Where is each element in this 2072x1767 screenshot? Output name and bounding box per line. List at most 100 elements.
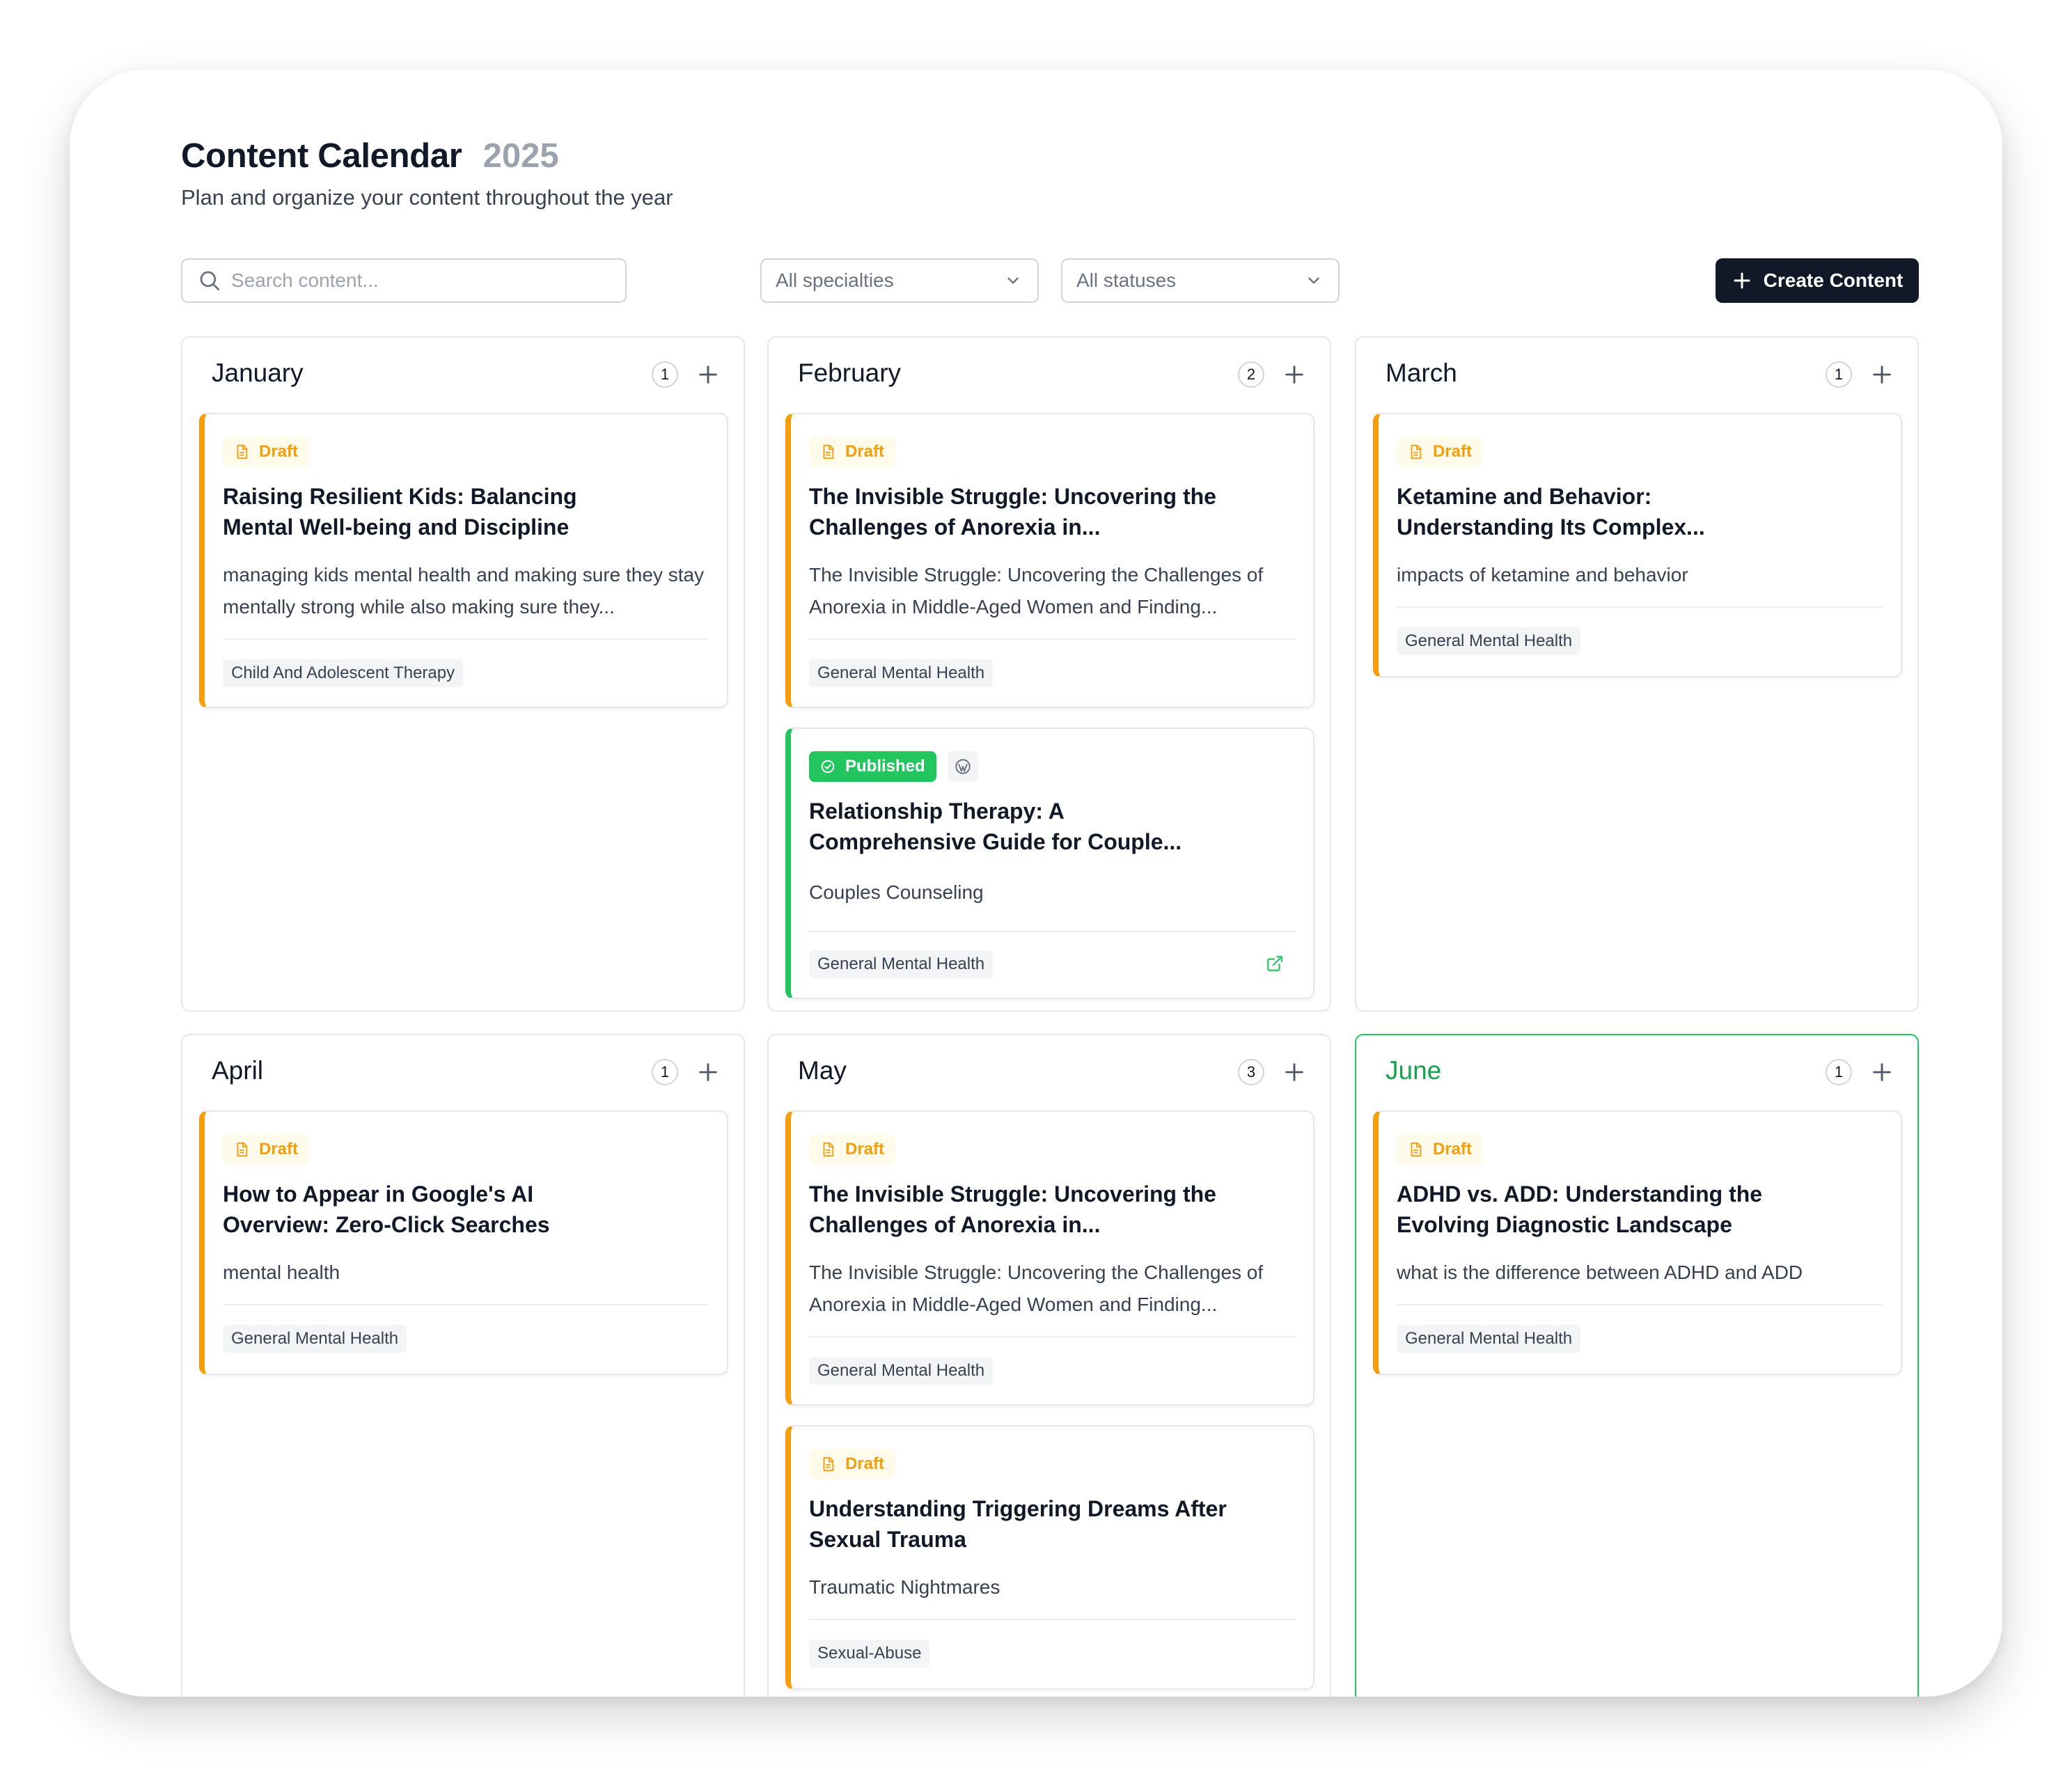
content-card[interactable]: Draft Ketamine and Behavior: Understandi… — [1373, 413, 1902, 677]
create-content-label: Create Content — [1763, 269, 1904, 291]
status-label: Draft — [1433, 1140, 1473, 1159]
add-content-plus-icon[interactable] — [1870, 1060, 1894, 1084]
content-card[interactable]: Draft How to Appear in Google's AI Overv… — [199, 1110, 728, 1375]
specialty-tag: General Mental Health — [1397, 1325, 1581, 1353]
page-header: Content Calendar 2025 Plan and organize … — [181, 136, 673, 210]
card-divider — [809, 1619, 1295, 1620]
specialty-tag: General Mental Health — [223, 1325, 407, 1353]
month-panel-march: March 1 Draft Ketamine and Behavior: Und… — [1355, 336, 1919, 1012]
add-content-plus-icon[interactable] — [1282, 363, 1306, 386]
card-description: mental health — [223, 1262, 340, 1283]
document-icon — [823, 444, 834, 460]
card-description: Couples Counseling — [809, 881, 984, 903]
document-icon — [823, 1142, 834, 1157]
status-badge-draft: Draft — [809, 437, 896, 467]
month-name: February — [798, 359, 902, 387]
month-name: March — [1386, 359, 1457, 387]
status-badge-draft: Draft — [809, 1134, 896, 1165]
app-window: Content Calendar 2025 Plan and organize … — [70, 70, 2002, 1697]
wordpress-icon — [955, 759, 971, 774]
status-badge-draft: Draft — [223, 1134, 310, 1165]
card-description: impacts of ketamine and behavior — [1397, 564, 1688, 586]
specialty-tag: General Mental Health — [809, 950, 994, 978]
card-description: Traumatic Nightmares — [809, 1576, 1000, 1598]
month-item-count: 2 — [1238, 361, 1264, 388]
month-panel-april: April 1 Draft How to Appear in Google's … — [181, 1034, 745, 1697]
card-description: what is the difference between ADHD and … — [1397, 1262, 1803, 1283]
month-item-count: 1 — [1826, 1059, 1852, 1085]
specialty-filter-value: All specialties — [776, 269, 894, 291]
content-card[interactable]: Draft Raising Resilient Kids: Balancing … — [199, 413, 728, 708]
month-item-count: 1 — [1826, 361, 1852, 388]
create-content-button[interactable]: Create Content — [1716, 258, 1919, 303]
specialty-filter-select[interactable]: All specialties — [760, 258, 1039, 303]
card-title: The Invisible Struggle: Uncovering the C… — [809, 484, 1216, 540]
status-label: Draft — [845, 442, 885, 461]
status-badge-published: Published — [809, 751, 936, 782]
card-description: The Invisible Struggle: Uncovering the C… — [809, 564, 1264, 618]
month-panel-may: May 3 Draft The Invisible Struggle: Unco… — [767, 1034, 1331, 1697]
specialty-tag: General Mental Health — [1397, 627, 1581, 655]
add-content-plus-icon[interactable] — [696, 363, 720, 386]
add-content-plus-icon[interactable] — [1282, 1060, 1306, 1084]
card-divider — [1397, 1304, 1883, 1305]
specialty-tag: Sexual-Abuse — [809, 1640, 930, 1667]
search-box[interactable] — [181, 258, 627, 303]
specialty-tag: General Mental Health — [809, 1357, 994, 1385]
specialty-tag: Child And Adolescent Therapy — [223, 659, 464, 687]
search-input[interactable] — [231, 269, 607, 292]
specialty-tag: General Mental Health — [809, 659, 994, 687]
status-label: Draft — [845, 1454, 885, 1473]
content-card[interactable]: Draft The Invisible Struggle: Uncovering… — [785, 413, 1314, 708]
month-panel-january: January 1 Draft Raising Resilient Kids: … — [181, 336, 745, 1012]
check-circle-icon — [821, 760, 835, 773]
card-title: Raising Resilient Kids: Balancing Mental… — [223, 484, 577, 540]
month-panel-february: February 2 Draft The Invisible Struggle:… — [767, 336, 1331, 1012]
card-title: The Invisible Struggle: Uncovering the C… — [809, 1181, 1216, 1237]
year-label: 2025 — [482, 137, 559, 175]
card-title: ADHD vs. ADD: Understanding the Evolving… — [1397, 1181, 1763, 1237]
chevron-down-icon — [1007, 277, 1019, 284]
content-card[interactable]: Draft ADHD vs. ADD: Understanding the Ev… — [1373, 1110, 1902, 1375]
external-link-icon[interactable] — [1266, 955, 1284, 973]
status-label: Published — [845, 757, 925, 776]
card-divider — [809, 931, 1295, 932]
card-divider — [223, 1304, 709, 1305]
wordpress-chip — [947, 751, 978, 782]
status-label: Draft — [1433, 442, 1473, 461]
toolbar: All specialties All statuses Create Cont… — [181, 258, 1919, 303]
plus-icon — [1734, 272, 1750, 289]
status-badge-draft: Draft — [809, 1449, 896, 1479]
add-content-plus-icon[interactable] — [1870, 363, 1894, 386]
status-badge-draft: Draft — [223, 437, 310, 467]
page-subtitle: Plan and organize your content throughou… — [181, 185, 673, 210]
content-card[interactable]: Draft Understanding Triggering Dreams Af… — [785, 1425, 1314, 1690]
month-name: January — [212, 359, 304, 387]
status-filter-select[interactable]: All statuses — [1061, 258, 1340, 303]
month-item-count: 1 — [652, 361, 678, 388]
document-icon — [1411, 444, 1422, 460]
card-title: How to Appear in Google's AI Overview: Z… — [223, 1181, 550, 1237]
document-icon — [823, 1456, 834, 1472]
month-name: May — [798, 1056, 847, 1085]
chevron-down-icon — [1308, 277, 1319, 284]
card-title: Relationship Therapy: A Comprehensive Gu… — [809, 799, 1182, 854]
document-icon — [237, 444, 248, 460]
content-card[interactable]: Draft The Invisible Struggle: Uncovering… — [785, 1110, 1314, 1406]
search-icon — [200, 271, 220, 291]
document-icon — [1411, 1142, 1422, 1157]
card-divider — [809, 638, 1295, 640]
month-item-count: 3 — [1238, 1059, 1264, 1085]
document-icon — [237, 1142, 248, 1157]
month-name: June — [1386, 1056, 1442, 1085]
card-description: managing kids mental health and making s… — [223, 564, 705, 618]
content-card[interactable]: Published Relationship Therapy: A Compre… — [785, 728, 1314, 999]
add-content-plus-icon[interactable] — [696, 1060, 720, 1084]
month-name: April — [212, 1056, 264, 1085]
status-filter-value: All statuses — [1076, 269, 1177, 291]
month-item-count: 1 — [652, 1059, 678, 1085]
card-divider — [809, 1336, 1295, 1337]
status-badge-draft: Draft — [1397, 1134, 1484, 1165]
status-label: Draft — [259, 442, 299, 461]
card-description: The Invisible Struggle: Uncovering the C… — [809, 1262, 1264, 1315]
